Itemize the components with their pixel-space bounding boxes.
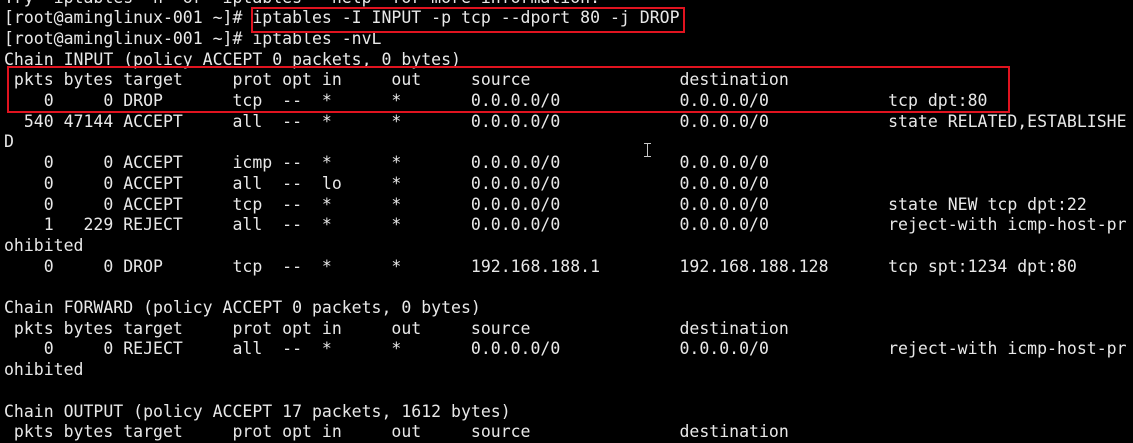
chain-input-rule-accept-established: 540 47144 ACCEPT all -- * * 0.0.0.0/0 0.… [4,111,1127,131]
chain-output-column-headers: pkts bytes target prot opt in out source… [4,422,789,442]
chain-input-rule-accept-lo: 0 0 ACCEPT all -- lo * 0.0.0.0/0 0.0.0.0… [4,173,769,193]
chain-input-rule-reject-wrap: ohibited [4,235,84,255]
chain-input-rule-drop-dpt-80: 0 0 DROP tcp -- * * 0.0.0.0/0 0.0.0.0/0 … [4,91,988,110]
chain-input-header: Chain INPUT (policy ACCEPT 0 packets, 0 … [4,49,461,69]
chain-input-rule-reject: 1 229 REJECT all -- * * 0.0.0.0/0 0.0.0.… [4,215,1127,235]
chain-input-rule-accept-ssh: 0 0 ACCEPT tcp -- * * 0.0.0.0/0 0.0.0.0/… [4,194,1087,214]
chain-forward-header: Chain FORWARD (policy ACCEPT 0 packets, … [4,298,481,317]
terminal-line-help-hint: Try `iptables -h' or 'iptables --help' f… [4,0,600,8]
terminal-window[interactable]: Try `iptables -h' or 'iptables --help' f… [0,0,1133,443]
i-beam-cursor-icon [644,143,651,157]
chain-forward-rule-reject: 0 0 REJECT all -- * * 0.0.0.0/0 0.0.0.0/… [4,339,1127,359]
terminal-line-iptables-list-command: [root@aminglinux-001 ~]# iptables -nvL [4,28,382,48]
chain-input-column-headers: pkts bytes target prot opt in out source… [4,70,789,90]
chain-forward-column-headers: pkts bytes target prot opt in out source… [4,318,789,338]
chain-forward-rule-reject-wrap: ohibited [4,360,84,380]
chain-input-rule-accept-established-wrap: D [4,132,14,152]
chain-input-rule-drop-host: 0 0 DROP tcp -- * * 192.168.188.1 192.16… [4,256,1077,276]
terminal-line-iptables-insert-command: [root@aminglinux-001 ~]# iptables -I INP… [4,8,680,28]
chain-output-header: Chain OUTPUT (policy ACCEPT 17 packets, … [4,401,511,421]
chain-input-rule-accept-icmp: 0 0 ACCEPT icmp -- * * 0.0.0.0/0 0.0.0.0… [4,153,769,173]
